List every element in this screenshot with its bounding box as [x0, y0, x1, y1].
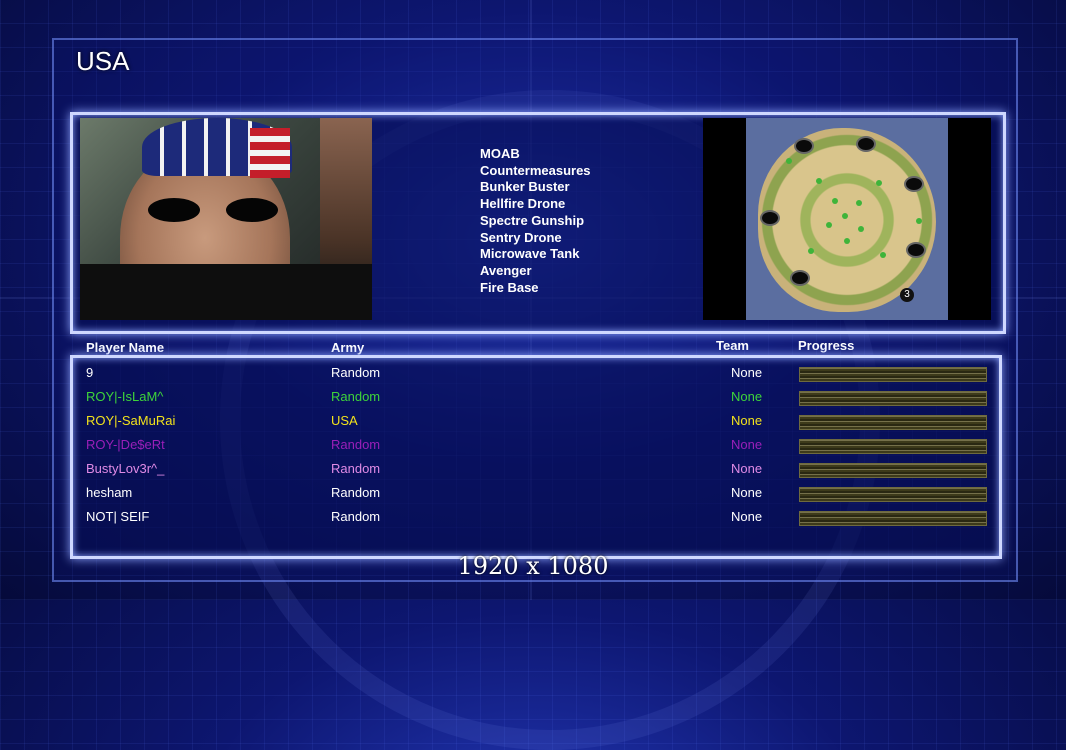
player-team: None: [731, 509, 763, 524]
player-start-number: 3: [900, 288, 914, 302]
power-item: Hellfire Drone: [480, 196, 566, 212]
header-progress: Progress: [798, 338, 855, 353]
loading-progress-bar: [799, 463, 987, 478]
portrait-sunglasses: [148, 198, 278, 224]
player-army: USA: [331, 413, 358, 428]
player-row: ROY-|De$eRt Random None: [0, 433, 1066, 457]
tree-marker: [856, 200, 862, 206]
resolution-caption: 1920 x 1080: [457, 552, 609, 580]
minimap-terrain: 3: [746, 118, 948, 320]
player-army: Random: [331, 461, 381, 476]
power-item: Bunker Buster: [480, 179, 570, 195]
header-team: Team: [716, 338, 749, 353]
power-item: Avenger: [480, 262, 532, 278]
player-name: NOT| SEIF: [86, 509, 150, 524]
tree-marker: [880, 252, 886, 258]
tree-marker: [916, 218, 922, 224]
player-army: Random: [331, 389, 381, 404]
player-name: BustyLov3r^_: [86, 461, 165, 476]
player-army: Random: [331, 485, 381, 500]
tree-marker: [832, 198, 838, 204]
player-team: None: [731, 365, 763, 380]
player-army: Random: [331, 365, 381, 380]
power-item: Spectre Gunship: [480, 212, 585, 228]
start-position-marker: [790, 270, 810, 286]
player-army: Random: [331, 509, 381, 524]
power-item: MOAB: [480, 146, 520, 161]
tree-marker: [876, 180, 882, 186]
minimap-island: [758, 128, 936, 312]
portrait-shirt: [80, 264, 372, 320]
player-row: 9 Random None: [0, 361, 1066, 385]
tree-marker: [842, 213, 848, 219]
player-row: BustyLov3r^_ Random None: [0, 457, 1066, 481]
tree-marker: [858, 226, 864, 232]
loading-progress-bar: [799, 487, 987, 502]
player-name: ROY|-IsLaM^: [86, 389, 164, 404]
start-position-marker: [906, 242, 926, 258]
loading-progress-bar: [799, 415, 987, 430]
loading-progress-bar: [799, 439, 987, 454]
start-position-marker: [760, 210, 780, 226]
faction-title: USA: [76, 46, 130, 76]
faction-portrait-image: [80, 118, 372, 320]
start-position-marker: [856, 136, 876, 152]
general-powers-list: MOAB Countermeasures Bunker Buster Hellf…: [480, 146, 591, 296]
player-name: ROY|-SaMuRai: [86, 413, 176, 428]
player-team: None: [731, 389, 763, 404]
player-row: ROY|-SaMuRai USA None: [0, 409, 1066, 433]
loading-progress-bar: [799, 511, 987, 526]
player-army: Random: [331, 437, 381, 452]
power-item: Countermeasures: [480, 162, 591, 178]
tree-marker: [786, 158, 792, 164]
player-row: hesham Random None: [0, 481, 1066, 505]
header-army: Army: [331, 340, 365, 355]
power-item: Sentry Drone: [480, 229, 562, 245]
player-name: hesham: [86, 485, 133, 500]
power-item: Fire Base: [480, 279, 539, 295]
start-position-marker: [794, 138, 814, 154]
start-position-marker: [904, 176, 924, 192]
player-team: None: [731, 437, 763, 452]
portrait-bandana-stripes: [250, 128, 290, 178]
tree-marker: [816, 178, 822, 184]
header-player-name: Player Name: [86, 340, 165, 355]
loading-progress-bar: [799, 367, 987, 382]
minimap: 3: [703, 118, 991, 320]
player-name: 9: [86, 365, 94, 380]
player-team: None: [731, 485, 763, 500]
player-row: ROY|-IsLaM^ Random None: [0, 385, 1066, 409]
player-row: NOT| SEIF Random None: [0, 505, 1066, 529]
player-name: ROY-|De$eRt: [86, 437, 165, 452]
player-team: None: [731, 413, 763, 428]
tree-marker: [826, 222, 832, 228]
loading-progress-bar: [799, 391, 987, 406]
power-item: Microwave Tank: [480, 246, 580, 262]
player-team: None: [731, 461, 763, 476]
tree-marker: [808, 248, 814, 254]
tree-marker: [844, 238, 850, 244]
